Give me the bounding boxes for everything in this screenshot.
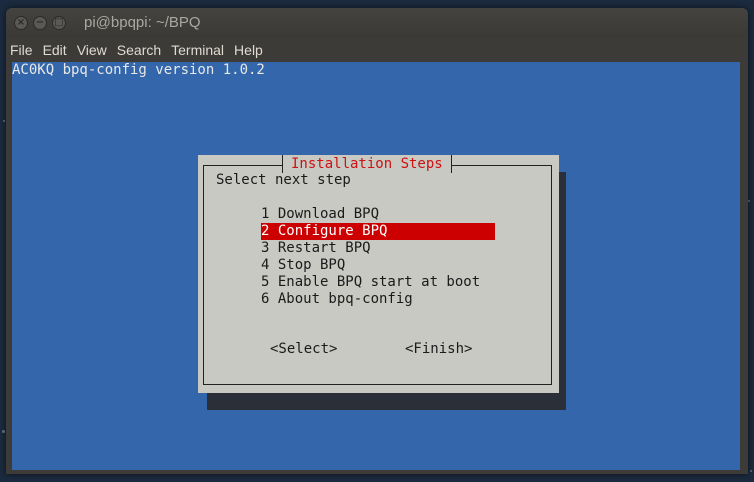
option-download-bpq[interactable]: 1 Download BPQ <box>261 206 495 223</box>
option-enable-boot[interactable]: 5 Enable BPQ start at boot <box>261 274 495 291</box>
dialog-title: Installation Steps <box>282 155 452 173</box>
option-configure-bpq[interactable]: 2 Configure BPQ <box>261 223 495 240</box>
maximize-icon[interactable]: □ <box>52 16 66 30</box>
dialog-prompt: Select next step <box>216 172 351 188</box>
menu-edit[interactable]: Edit <box>38 38 72 62</box>
menu-view[interactable]: View <box>72 38 112 62</box>
window-title: pi@bpqpi: ~/BPQ <box>84 14 201 31</box>
installation-dialog: Installation Steps Select next step 1 Do… <box>198 155 559 393</box>
menu-file[interactable]: File <box>6 38 38 62</box>
scrollbar[interactable] <box>730 62 740 470</box>
option-stop-bpq[interactable]: 4 Stop BPQ <box>261 257 495 274</box>
menu-help[interactable]: Help <box>229 38 268 62</box>
options-list: 1 Download BPQ 2 Configure BPQ 3 Restart… <box>261 206 495 308</box>
option-restart-bpq[interactable]: 3 Restart BPQ <box>261 240 495 257</box>
desktop-star <box>3 120 5 122</box>
terminal-area[interactable]: AC0KQ bpq-config version 1.0.2 Installat… <box>12 62 740 470</box>
menu-terminal[interactable]: Terminal <box>166 38 229 62</box>
terminal-window: × − □ pi@bpqpi: ~/BPQ File Edit View Sea… <box>6 8 748 474</box>
menu-bar: File Edit View Search Terminal Help <box>6 38 748 62</box>
close-icon[interactable]: × <box>14 16 28 30</box>
minimize-icon[interactable]: − <box>33 16 47 30</box>
desktop-star <box>748 200 750 202</box>
finish-button[interactable]: <Finish> <box>405 341 472 358</box>
menu-search[interactable]: Search <box>112 38 166 62</box>
option-about[interactable]: 6 About bpq-config <box>261 291 495 308</box>
desktop-star <box>750 470 752 472</box>
version-header: AC0KQ bpq-config version 1.0.2 <box>12 62 265 78</box>
title-bar[interactable]: × − □ pi@bpqpi: ~/BPQ <box>6 8 748 38</box>
desktop-star <box>2 430 5 433</box>
select-button[interactable]: <Select> <box>270 341 337 358</box>
